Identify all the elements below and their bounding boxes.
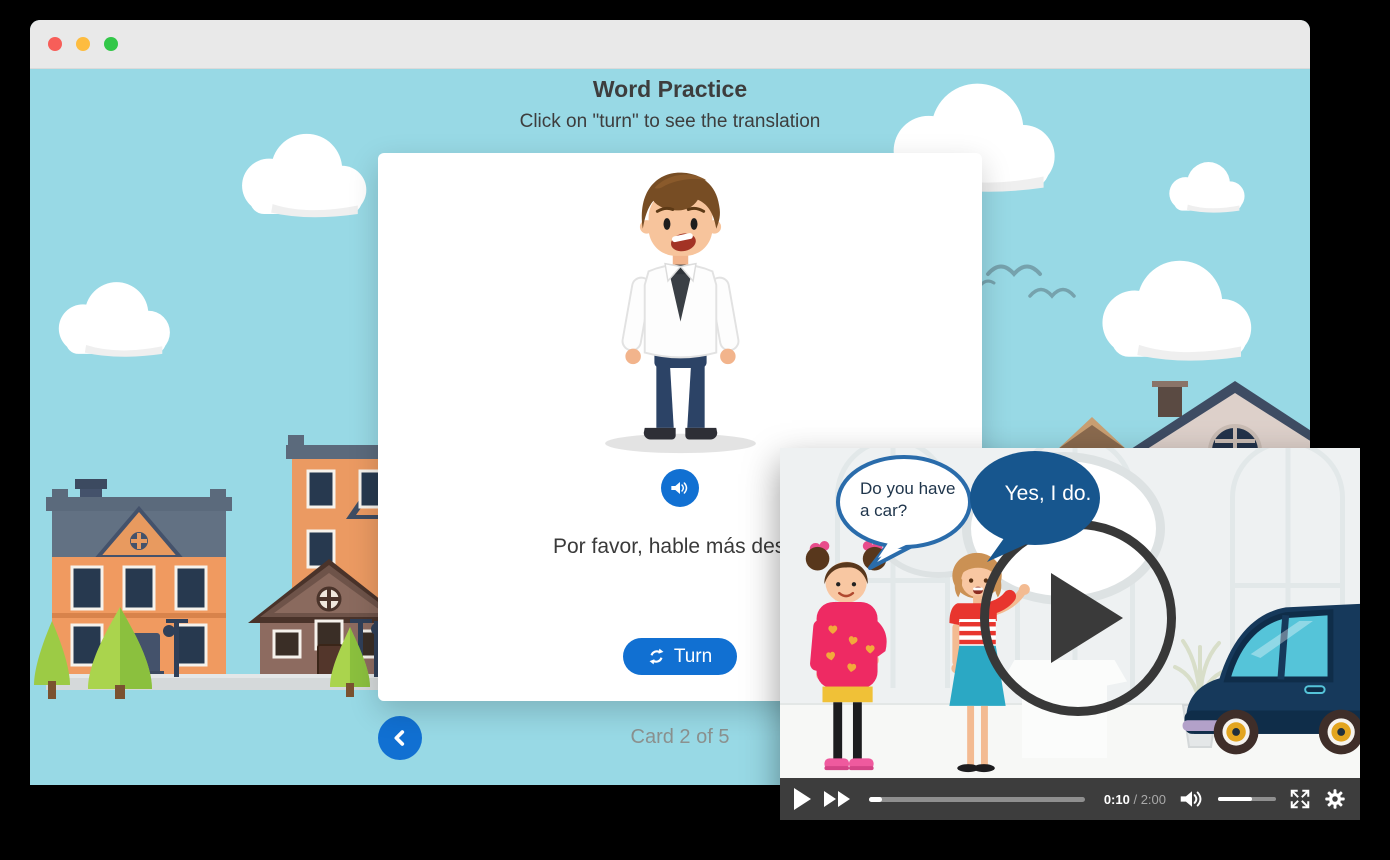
gear-icon xyxy=(1324,788,1346,810)
fullscreen-button[interactable] xyxy=(1289,788,1311,810)
audio-button[interactable] xyxy=(661,469,699,507)
flashcard-phrase: Por favor, hable más despa xyxy=(553,533,809,561)
play-circle-icon xyxy=(1051,573,1123,663)
progress-fill xyxy=(869,797,882,802)
cloud-illustration xyxy=(230,129,372,221)
volume-button[interactable] xyxy=(1179,789,1205,809)
page-title: Word Practice xyxy=(30,74,1310,104)
speech-bubble-right xyxy=(965,448,1110,566)
time-total: 2:00 xyxy=(1141,792,1166,807)
video-player: Do you have a car? Yes, I do. xyxy=(780,448,1360,820)
speaker-icon xyxy=(670,480,690,496)
cloud-illustration xyxy=(1088,256,1258,364)
progress-bar[interactable] xyxy=(869,797,1085,802)
cloud-illustration xyxy=(1162,159,1248,215)
video-controls-bar: 0:10 / 2:00 xyxy=(780,778,1360,820)
card-counter: Card 2 of 5 xyxy=(580,726,780,749)
cloud-illustration xyxy=(48,279,175,359)
screenshot-root: { "window": { "traffic_lights": { "close… xyxy=(0,0,1390,860)
sync-icon xyxy=(648,648,665,665)
volume-fill xyxy=(1218,797,1252,801)
fullscreen-icon xyxy=(1289,788,1311,810)
girl-illustration xyxy=(792,540,910,778)
volume-slider[interactable] xyxy=(1218,797,1276,801)
speech-bubble-left-text: Do you have a car? xyxy=(860,478,960,522)
turn-button-label: Turn xyxy=(674,646,712,668)
zoom-button[interactable] xyxy=(104,37,118,51)
video-scene[interactable]: Do you have a car? Yes, I do. xyxy=(780,448,1360,778)
volume-icon xyxy=(1179,789,1205,809)
right-house-illustration xyxy=(1040,381,1310,451)
time-current: 0:10 xyxy=(1104,792,1130,807)
birds-illustration xyxy=(980,254,1100,314)
settings-button[interactable] xyxy=(1324,788,1346,810)
time-display: 0:10 / 2:00 xyxy=(1104,792,1166,807)
title-bar xyxy=(30,20,1310,69)
car-illustration xyxy=(1180,586,1360,766)
minimize-button[interactable] xyxy=(76,37,90,51)
back-button[interactable] xyxy=(378,716,422,760)
close-button[interactable] xyxy=(48,37,62,51)
page-subtitle: Click on "turn" to see the translation xyxy=(30,109,1310,135)
fast-forward-icon[interactable] xyxy=(824,791,850,807)
man-illustration xyxy=(598,165,763,455)
speech-bubble-right-text: Yes, I do. xyxy=(993,482,1103,506)
turn-button[interactable]: Turn xyxy=(623,638,737,675)
time-separator: / xyxy=(1130,792,1141,807)
chevron-left-icon xyxy=(389,727,411,749)
play-icon[interactable] xyxy=(794,788,811,810)
